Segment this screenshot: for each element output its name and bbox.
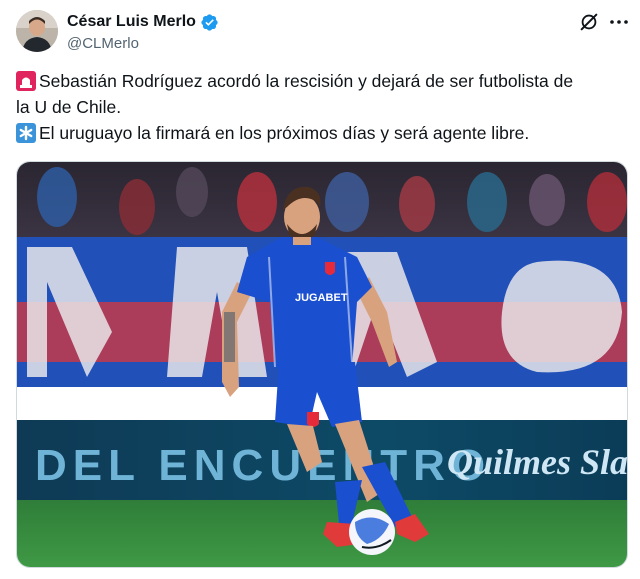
tweet-text-line1: Sebastián Rodríguez acordó la rescisión … <box>39 71 574 91</box>
tweet-text-line2: la U de Chile. <box>16 97 122 117</box>
tweet-text-line3: El uruguayo la firmará en los próximos d… <box>39 123 530 143</box>
football <box>349 509 395 555</box>
ad-board-text: DEL ENCUENTRO <box>35 441 491 490</box>
shirt-sponsor-text: JUGABET <box>295 292 348 304</box>
sponsor-text: Quilmes Sla <box>447 442 628 482</box>
author-handle[interactable]: @CLMerlo <box>67 35 219 52</box>
verified-badge-icon <box>200 13 219 32</box>
tweet-line-1: Sebastián Rodríguez acordó la rescisión … <box>16 68 626 94</box>
tweet-photo[interactable]: DEL ENCUENTRO Quilmes Sla JUGABET <box>16 161 628 568</box>
siren-emoji-icon <box>16 71 36 91</box>
tweet-line-2: la U de Chile. <box>16 94 626 120</box>
more-options-icon[interactable] <box>607 10 631 34</box>
author-block: César Luis Merlo @CLMerlo <box>67 11 219 52</box>
grok-icon[interactable] <box>578 11 600 33</box>
author-name[interactable]: César Luis Merlo <box>67 13 196 31</box>
tweet-line-3: El uruguayo la firmará en los próximos d… <box>16 120 626 146</box>
asterisk-emoji-icon <box>16 123 36 143</box>
tweet-text: Sebastián Rodríguez acordó la rescisión … <box>16 68 626 146</box>
tweet-card: César Luis Merlo @CLMerlo Sebastián Rodr… <box>0 0 640 579</box>
avatar[interactable] <box>16 10 58 52</box>
